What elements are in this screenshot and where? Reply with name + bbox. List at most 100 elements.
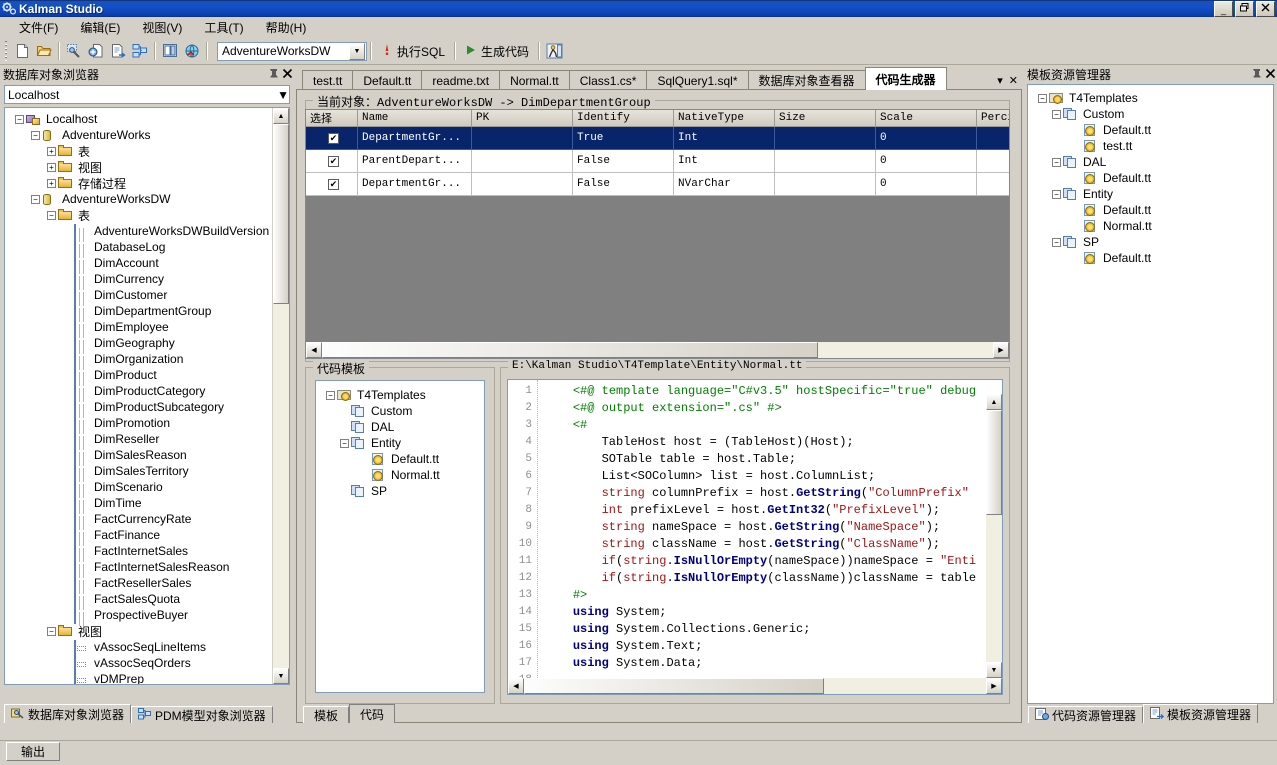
document-tab-6[interactable]: 数据库对象查看器 [747,70,866,90]
tree-node-t4templates[interactable]: − T4Templates [1034,90,1273,106]
table-row[interactable]: ✔ DepartmentGr... False NVarChar 0 [306,173,1009,196]
maximize-button[interactable] [1235,1,1254,17]
tree-node-template-file[interactable]: Normal.tt [1034,218,1273,234]
tree-vertical-scrollbar[interactable]: ▲ ▼ [272,108,289,684]
scroll-left-icon[interactable]: ◀ [508,678,524,694]
tree-node-object[interactable]: FactCurrencyRate [5,511,272,528]
collapse-toggle-icon[interactable]: − [47,210,56,220]
document-tab-4[interactable]: Class1.cs* [568,70,648,90]
tree-node-database[interactable]: − AdventureWorksDW [5,191,272,207]
tree-node-object[interactable]: FactInternetSales [5,543,272,560]
grid-column-header-4[interactable]: NativeType [674,110,775,127]
tree-node-object[interactable]: DimEmployee [5,319,272,336]
document-tab-7[interactable]: 代码生成器 [864,67,947,90]
tree-node-template-file[interactable]: Default.tt [1034,170,1273,186]
generate-code-button[interactable]: 生成代码 [459,40,535,62]
new-file-icon[interactable] [11,40,33,62]
grid-column-header-5[interactable]: Size [775,110,876,127]
table-row[interactable]: ✔ DepartmentGr... True Int 0 [306,127,1009,150]
tree-node-template-folder[interactable]: − Entity [1034,186,1273,202]
collapse-toggle-icon[interactable]: − [1052,109,1061,119]
close-button[interactable] [1256,1,1275,17]
scroll-down-icon[interactable]: ▼ [986,662,1002,678]
tree-node-object[interactable]: DimProduct [5,367,272,384]
scroll-up-icon[interactable]: ▲ [986,394,1002,410]
expand-toggle-icon[interactable]: + [47,146,56,156]
tree-node-object[interactable]: DimGeography [5,335,272,352]
expand-toggle-icon[interactable]: + [47,178,56,188]
tree-node-template-file[interactable]: Default.tt [1034,122,1273,138]
collapse-toggle-icon[interactable]: − [15,114,24,124]
tree-node-template-file[interactable]: Default.tt [1034,202,1273,218]
person-run-icon[interactable] [543,40,565,62]
document-tab-0[interactable]: test.tt [302,70,354,90]
tab-close-icon[interactable]: ✕ [1009,74,1018,87]
grid-column-header-0[interactable]: 选择 [306,110,358,127]
tree-node-object[interactable]: DimPromotion [5,415,272,432]
close-panel-icon[interactable] [1263,68,1277,82]
document-tab-3[interactable]: Normal.tt [499,70,570,90]
tree-node-object[interactable]: DimTime [5,495,272,512]
server-combo[interactable]: Localhost ▼ [4,85,290,104]
tree-node-object[interactable]: DimSalesTerritory [5,463,272,480]
pin-icon[interactable] [1249,68,1263,82]
tree-node-object[interactable]: AdventureWorksDWBuildVersion [5,223,272,240]
tree-node-template-file[interactable]: Normal.tt [322,467,484,483]
menu-edit[interactable]: 编辑(E) [69,17,131,38]
report-icon[interactable] [159,40,181,62]
dock-tab-database-browser[interactable]: 数据库对象浏览器 [4,704,132,723]
tree-node-template-folder[interactable]: − DAL [1034,154,1273,170]
collapse-toggle-icon[interactable]: − [1052,189,1061,199]
tree-node-object[interactable]: DimSalesReason [5,447,272,464]
dock-tab-pdm-model[interactable]: PDM模型对象浏览器 [131,706,273,723]
editor-horizontal-scrollbar[interactable]: ◀ ▶ [508,678,1002,694]
template-code-editor[interactable]: 123456789101112131415161718 <#@ template… [507,379,1003,695]
tree-node-object[interactable]: DimDepartmentGroup [5,303,272,320]
row-checkbox[interactable]: ✔ [328,178,339,190]
execute-sql-button[interactable]: 执行SQL [375,40,451,62]
database-tree[interactable]: − Localhost − AdventureWorks + 表 + 视图 + 存储过程 − Adve… [4,107,290,685]
tree-node-object[interactable]: vAssocSeqLineItems [5,639,272,656]
tree-node-folder[interactable]: − 视图 [5,623,272,639]
tree-node-folder[interactable]: + 视图 [5,159,272,175]
import-icon[interactable] [85,40,107,62]
tree-node-database[interactable]: − AdventureWorks [5,127,272,143]
mode-tab-0[interactable]: 模板 [303,706,350,723]
toolbar-grip[interactable] [3,41,9,61]
grid-scroll-thumb[interactable] [322,342,818,358]
grid-column-header-3[interactable]: Identify [573,110,674,127]
menu-file[interactable]: 文件(F) [8,17,69,38]
collapse-toggle-icon[interactable]: − [340,438,349,448]
tree-node-template-folder[interactable]: SP [322,483,484,499]
tree-node-template-folder[interactable]: DAL [322,419,484,435]
row-checkbox[interactable]: ✔ [328,155,339,167]
grid-column-header-2[interactable]: PK [472,110,573,127]
menu-help[interactable]: 帮助(H) [255,17,318,38]
collapse-toggle-icon[interactable]: − [326,390,335,400]
document-tab-5[interactable]: SqlQuery1.sql* [646,70,749,90]
tree-node-object[interactable]: FactSalesQuota [5,591,272,608]
expand-toggle-icon[interactable]: + [47,162,56,172]
editor-vertical-scrollbar[interactable]: ▲ ▼ [986,394,1002,678]
tree-node-object[interactable]: DimScenario [5,479,272,496]
grid-column-header-6[interactable]: Scale [876,110,977,127]
tree-node-folder[interactable]: − 表 [5,207,272,223]
database-combo[interactable]: AdventureWorksDW ▼ [217,41,367,61]
template-resource-tree[interactable]: − T4Templates − Custom Default.tt test.tt − DAL… [1027,84,1274,704]
web-icon[interactable] [181,40,203,62]
tree-node-object[interactable]: FactResellerSales [5,575,272,592]
close-panel-icon[interactable] [280,68,294,82]
dock-tab-code-explorer[interactable]: 代码资源管理器 [1028,706,1144,723]
editor-scroll-thumb[interactable] [986,410,1002,515]
tree-node-template-folder[interactable]: − Custom [1034,106,1273,122]
model-icon[interactable] [129,40,151,62]
tree-node-object[interactable]: DimProductCategory [5,383,272,400]
tree-node-object[interactable]: vAssocSeqOrders [5,655,272,672]
tree-node-template-file[interactable]: Default.tt [322,451,484,467]
tree-node-object[interactable]: FactInternetSalesReason [5,559,272,576]
tree-node-object[interactable]: DimCustomer [5,287,272,304]
template-tree[interactable]: − T4Templates Custom DAL − Entity Default.tt No… [315,380,485,693]
tree-node-object[interactable]: DimProductSubcategory [5,399,272,416]
grid-column-header-7[interactable]: Percisi [977,110,1009,127]
chevron-down-icon[interactable]: ▼ [277,88,289,102]
